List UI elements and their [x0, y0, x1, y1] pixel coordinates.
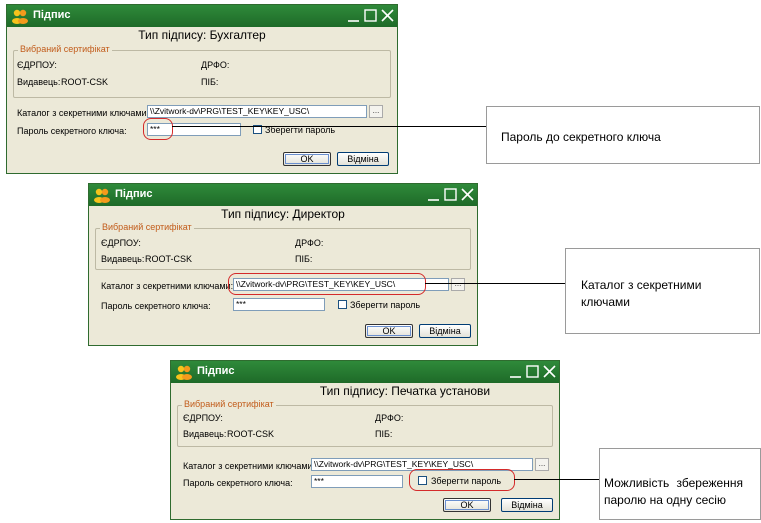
close-icon[interactable]: [541, 363, 558, 380]
issuer-value: ROOT-CSK: [61, 77, 109, 87]
title-bar[interactable]: Підпис: [171, 361, 559, 383]
pib-label: ПІБ:: [295, 254, 313, 264]
minimize-icon[interactable]: [345, 7, 362, 24]
cancel-button[interactable]: Відміна: [419, 324, 471, 338]
save-password-label: Зберегти пароль: [350, 300, 421, 310]
callout-catalog: Каталог з секретними ключами: [565, 248, 760, 334]
title-bar[interactable]: Підпис: [89, 184, 477, 206]
callout-save-password-line2: паролю на одну сесію: [604, 493, 726, 507]
callout-password: Пароль до секретного ключа: [486, 106, 760, 164]
callout-save-password: Можливість збереження паролю на одну сес…: [599, 448, 761, 520]
close-icon[interactable]: [459, 186, 476, 203]
callout-catalog-line2: ключами: [581, 295, 631, 309]
password-highlight: [143, 118, 173, 140]
people-icon: [94, 188, 110, 203]
certificate-group-label: Вибраний сертифікат: [182, 399, 276, 409]
password-label: Пароль секретного ключа:: [17, 126, 127, 136]
leader-line-catalog: [425, 283, 565, 284]
certificate-group: Вибраний сертифікат: [13, 44, 391, 98]
ok-button[interactable]: OK: [365, 324, 413, 338]
dialog-seal: Підпис Тип підпису: Печатка установи Виб…: [170, 360, 560, 520]
signature-type-title: Тип підпису: Печатка установи: [319, 384, 491, 398]
ok-button[interactable]: OK: [283, 152, 331, 166]
catalog-field[interactable]: \\Zvitwork-dv\PRG\TEST_KEY\KEY_USC\: [147, 105, 367, 118]
catalog-highlight: [228, 273, 426, 295]
certificate-group-label: Вибраний сертифікат: [100, 222, 194, 232]
maximize-icon[interactable]: [442, 186, 459, 203]
callout-catalog-line1: Каталог з секретними: [581, 278, 702, 292]
close-icon[interactable]: [379, 7, 396, 24]
minimize-icon[interactable]: [507, 363, 524, 380]
edrpou-label: ЄДРПОУ:: [101, 238, 141, 248]
window-title: Підпис: [197, 365, 235, 377]
people-icon: [176, 365, 192, 380]
maximize-icon[interactable]: [362, 7, 379, 24]
browse-button[interactable]: ...: [369, 105, 383, 118]
password-field[interactable]: ***: [311, 475, 403, 488]
dialog-director: Підпис Тип підпису: Директор Вибраний се…: [88, 183, 478, 346]
cancel-button[interactable]: Відміна: [501, 498, 553, 512]
drfo-label: ДРФО:: [295, 238, 324, 248]
certificate-group-label: Вибраний сертифікат: [18, 44, 112, 54]
callout-save-password-line1: Можливість збереження: [604, 476, 743, 490]
certificate-group: Вибраний сертифікат: [177, 399, 553, 447]
edrpou-label: ЄДРПОУ:: [17, 60, 57, 70]
signature-type-title: Тип підпису: Директор: [221, 207, 345, 221]
save-password-checkbox[interactable]: [338, 300, 347, 309]
callout-password-text: Пароль до секретного ключа: [501, 130, 661, 144]
catalog-label: Каталог з секретними ключами:: [101, 281, 234, 291]
people-icon: [12, 9, 28, 24]
window-title: Підпис: [115, 188, 153, 200]
password-label: Пароль секретного ключа:: [101, 301, 211, 311]
browse-button[interactable]: ...: [535, 458, 549, 471]
edrpou-label: ЄДРПОУ:: [183, 413, 223, 423]
pib-label: ПІБ:: [375, 429, 393, 439]
drfo-label: ДРФО:: [375, 413, 404, 423]
browse-button[interactable]: ...: [451, 278, 465, 291]
password-field[interactable]: ***: [233, 298, 325, 311]
ok-button[interactable]: OK: [443, 498, 491, 512]
maximize-icon[interactable]: [524, 363, 541, 380]
issuer-label: Видавець:: [17, 77, 61, 87]
password-label: Пароль секретного ключа:: [183, 478, 293, 488]
window-title: Підпис: [33, 9, 71, 21]
catalog-label: Каталог з секретними ключами:: [183, 461, 316, 471]
issuer-value: ROOT-CSK: [227, 429, 275, 439]
signature-type-title: Тип підпису: Бухгалтер: [138, 28, 266, 42]
minimize-icon[interactable]: [425, 186, 442, 203]
catalog-label: Каталог з секретними ключами:: [17, 108, 150, 118]
cancel-button[interactable]: Відміна: [337, 152, 389, 166]
pib-label: ПІБ:: [201, 77, 219, 87]
leader-line-save-password: [514, 479, 599, 480]
issuer-label: Видавець:: [101, 254, 145, 264]
save-password-highlight: [409, 469, 515, 491]
dialog-accountant: Підпис Тип підпису: Бухгалтер Вибраний с…: [6, 4, 398, 174]
drfo-label: ДРФО:: [201, 60, 230, 70]
title-bar[interactable]: Підпис: [7, 5, 397, 27]
issuer-label: Видавець:: [183, 429, 227, 439]
leader-line-password: [172, 126, 486, 127]
issuer-value: ROOT-CSK: [145, 254, 193, 264]
